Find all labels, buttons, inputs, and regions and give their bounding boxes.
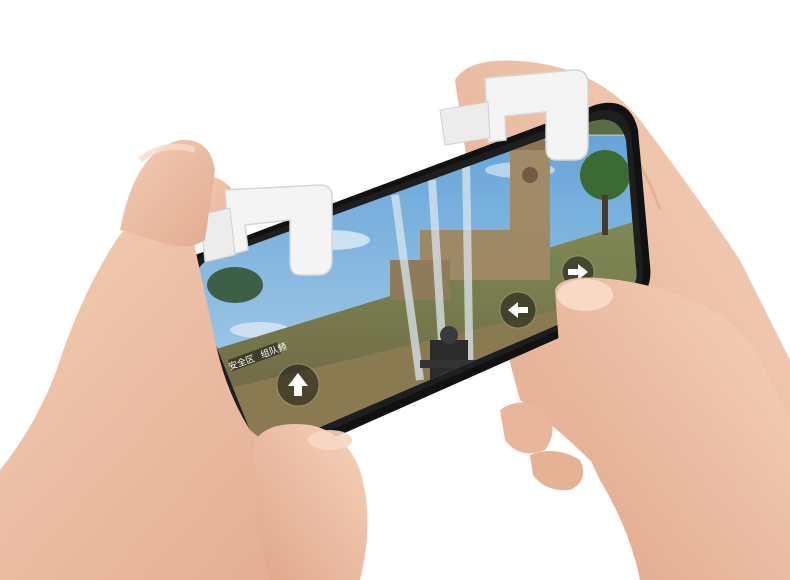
left-button[interactable] bbox=[499, 291, 537, 329]
left-thumb bbox=[254, 424, 368, 580]
jump-button[interactable] bbox=[276, 363, 320, 407]
photo-scene: 15 105 150 165 NE 安全区 组队频 bbox=[0, 60, 790, 580]
